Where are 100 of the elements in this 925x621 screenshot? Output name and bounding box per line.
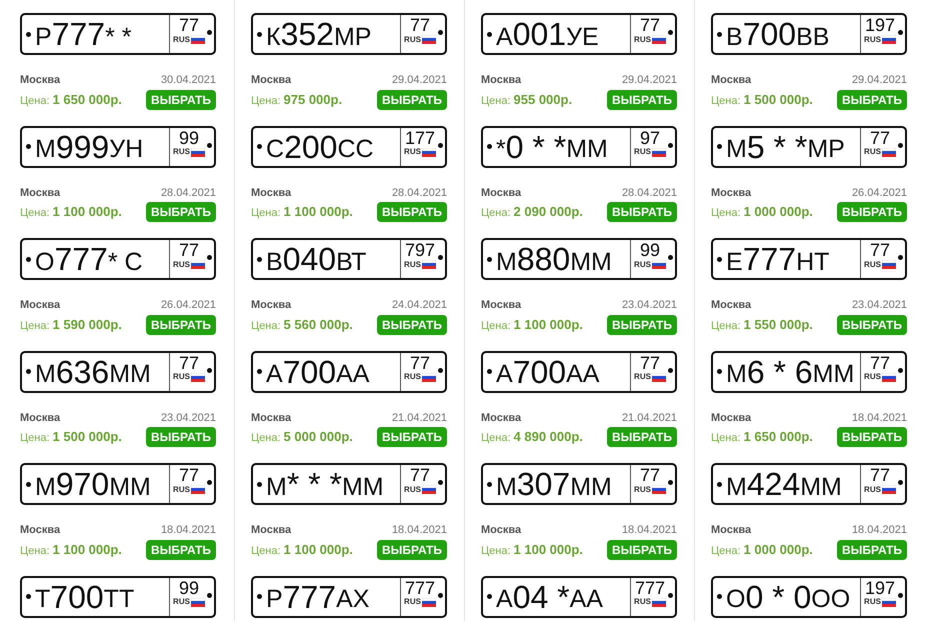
plate-digits: 999	[56, 130, 110, 162]
select-button[interactable]: ВЫБРАТЬ	[836, 90, 907, 110]
price-value: 955 000р.	[514, 90, 572, 109]
bolt-icon	[487, 256, 492, 262]
plate-letter: М	[35, 362, 56, 387]
bolt-icon	[257, 32, 262, 36]
date-label: 29.04.2021	[852, 73, 907, 88]
country-code: RUS	[864, 260, 881, 268]
select-button[interactable]: ВЫБРАТЬ	[146, 314, 216, 334]
bolt-icon	[717, 32, 722, 36]
plate-digits: 6 * 6	[746, 356, 813, 388]
select-button[interactable]: ВЫБРАТЬ	[836, 202, 907, 222]
plate-letters: АА	[566, 362, 600, 387]
country-code: RUS	[404, 373, 421, 381]
plate-region: 77	[410, 465, 430, 485]
country-code: RUS	[404, 486, 421, 494]
select-button[interactable]: ВЫБРАТЬ	[606, 202, 677, 222]
select-button[interactable]: ВЫБРАТЬ	[836, 314, 907, 334]
plate-digits: 777	[52, 18, 106, 50]
price-value: 1 500 000р.	[744, 90, 813, 109]
select-button[interactable]: ВЫБРАТЬ	[376, 202, 447, 222]
country-code: RUS	[173, 36, 190, 44]
country-code: RUS	[173, 373, 190, 381]
country-code: RUS	[173, 260, 190, 268]
plate-letter: *	[496, 137, 506, 162]
price-value: 2 090 000р.	[514, 203, 583, 222]
flag-icon	[882, 148, 896, 156]
city-label: Москва	[251, 523, 292, 538]
city-label: Москва	[481, 73, 522, 88]
plate-region: 77	[178, 240, 200, 260]
bolt-icon	[487, 594, 492, 599]
bolt-icon	[207, 480, 212, 485]
plate-region: 77	[178, 352, 200, 372]
plate-letters: ММ	[570, 474, 612, 500]
country-code: RUS	[404, 598, 421, 606]
bolt-icon	[668, 592, 673, 598]
bolt-icon	[898, 142, 903, 148]
select-button[interactable]: ВЫБРАТЬ	[376, 540, 447, 560]
plate-region: 77	[410, 15, 430, 35]
flag-icon	[652, 35, 666, 44]
country-code: RUS	[404, 36, 421, 44]
plate-letters: МР	[334, 24, 372, 50]
price-value: 1 650 000р.	[744, 428, 813, 446]
country-code: RUS	[404, 148, 421, 156]
plate-digits: 700	[512, 356, 566, 388]
city-label: Москва	[20, 186, 60, 200]
select-button[interactable]: ВЫБРАТЬ	[376, 427, 447, 447]
plate-letters: АА	[336, 362, 370, 387]
select-button[interactable]: ВЫБРАТЬ	[146, 427, 216, 447]
price-label: Цена:	[481, 206, 511, 222]
city-label: Москва	[20, 523, 60, 538]
bolt-icon	[438, 142, 443, 148]
plate-region: 177	[404, 128, 436, 148]
flag-icon	[190, 260, 205, 269]
flag-icon	[652, 598, 666, 606]
bolt-icon	[487, 32, 492, 36]
date-label: 28.04.2021	[622, 186, 677, 200]
select-button[interactable]: ВЫБРАТЬ	[146, 202, 216, 222]
country-code: RUS	[634, 598, 651, 606]
select-button[interactable]: ВЫБРАТЬ	[376, 90, 447, 110]
date-label: 23.04.2021	[852, 298, 907, 313]
select-button[interactable]: ВЫБРАТЬ	[606, 314, 677, 334]
plate-region: 77	[870, 352, 890, 372]
plate-region: 77	[178, 465, 200, 485]
bolt-icon	[898, 480, 903, 485]
plate-region: 797	[404, 240, 436, 260]
select-button[interactable]: ВЫБРАТЬ	[606, 90, 677, 110]
date-label: 30.04.2021	[160, 73, 216, 88]
country-code: RUS	[634, 373, 651, 381]
select-button[interactable]: ВЫБРАТЬ	[606, 540, 677, 560]
select-button[interactable]: ВЫБРАТЬ	[836, 427, 907, 447]
flag-icon	[882, 260, 896, 269]
select-button[interactable]: ВЫБРАТЬ	[146, 540, 216, 560]
bolt-icon	[257, 369, 262, 374]
price-label: Цена:	[20, 431, 50, 446]
bolt-icon	[207, 592, 212, 598]
price-label: Цена:	[711, 94, 741, 109]
bolt-icon	[487, 369, 492, 374]
plate-letter: О	[35, 250, 54, 274]
select-button[interactable]: ВЫБРАТЬ	[376, 314, 447, 334]
plate-region: 77	[410, 352, 430, 372]
bolt-icon	[717, 482, 722, 486]
select-button[interactable]: ВЫБРАТЬ	[146, 90, 216, 110]
plate-digits: 424	[746, 468, 800, 500]
plate-letters: ВВ	[796, 24, 830, 50]
bolt-icon	[26, 144, 31, 149]
select-button[interactable]: ВЫБРАТЬ	[836, 540, 907, 560]
city-label: Москва	[711, 410, 752, 426]
country-code: RUS	[634, 260, 651, 268]
plate-letter: В	[726, 24, 743, 50]
plate-letters: ММ	[570, 250, 612, 274]
city-label: Москва	[481, 186, 522, 200]
date-label: 26.04.2021	[160, 298, 216, 313]
bolt-icon	[438, 30, 443, 35]
plate-letters: ОО	[811, 587, 850, 612]
date-label: 29.04.2021	[622, 73, 677, 88]
price-label: Цена:	[20, 94, 50, 109]
bolt-icon	[717, 369, 722, 374]
select-button[interactable]: ВЫБРАТЬ	[606, 427, 677, 447]
plate-letter: М	[35, 474, 56, 500]
